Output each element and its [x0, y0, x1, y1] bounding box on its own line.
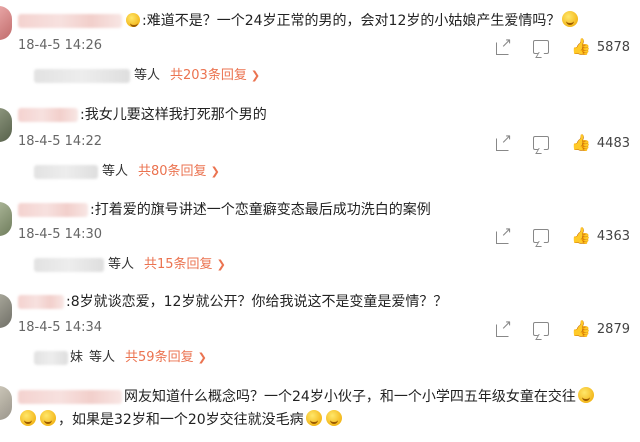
- timestamp: 18-4-5 14:34: [18, 320, 103, 335]
- username-blurred[interactable]: [18, 14, 122, 28]
- comment-actions: 👍 5878: [473, 36, 630, 57]
- timestamp: 18-4-5 14:26: [18, 38, 103, 53]
- username-blurred[interactable]: [18, 390, 122, 404]
- replies-link[interactable]: 妹等人 共59条回复 ❯: [34, 348, 207, 368]
- avatar[interactable]: [0, 386, 12, 420]
- sweat-emoji-icon: [325, 410, 342, 426]
- like-icon[interactable]: 👍: [571, 39, 591, 55]
- replies-link[interactable]: 等人 共15条回复 ❯: [34, 255, 226, 275]
- comment-icon[interactable]: [532, 229, 549, 243]
- reply-users-blurred: [34, 257, 104, 272]
- sweat-emoji-icon: [577, 387, 594, 403]
- like-count: 4483: [596, 135, 630, 151]
- sweat-emoji-icon: [20, 410, 36, 426]
- comment-icon[interactable]: [532, 322, 549, 336]
- reply-users-blurred: [34, 68, 130, 83]
- comment-text: :我女儿要这样我打死那个男的: [18, 104, 267, 126]
- like-icon[interactable]: 👍: [571, 135, 591, 151]
- comment-actions: 👍 2879: [473, 318, 630, 339]
- comment-icon[interactable]: [532, 40, 549, 54]
- shy-emoji-icon: [562, 11, 579, 27]
- reply-users-blurred: [34, 164, 98, 179]
- comment-text-continued: ，如果是32岁和一个20岁交往就没毛病: [18, 409, 344, 431]
- reply-users-blurred: [34, 350, 68, 365]
- chevron-right-icon: ❯: [216, 258, 226, 271]
- like-icon[interactable]: 👍: [571, 228, 591, 244]
- sweat-emoji-icon: [305, 410, 322, 426]
- chevron-right-icon: ❯: [250, 69, 261, 82]
- share-icon[interactable]: [495, 132, 512, 151]
- like-count: 4363: [596, 228, 630, 244]
- share-icon[interactable]: [495, 225, 512, 244]
- sweat-emoji-icon: [40, 410, 56, 426]
- like-count: 2879: [596, 321, 630, 337]
- avatar[interactable]: [0, 6, 12, 40]
- username-blurred[interactable]: [18, 108, 78, 122]
- timestamp: 18-4-5 14:22: [18, 134, 103, 149]
- share-icon[interactable]: [495, 36, 512, 55]
- comment-text: :难道不是？一个24岁正常的男的，会对12岁的小姑娘产生爱情吗？: [18, 10, 580, 32]
- comment-actions: 👍 4483: [473, 132, 630, 153]
- comment-icon[interactable]: [532, 136, 549, 150]
- username-blurred[interactable]: [18, 295, 64, 309]
- avatar[interactable]: [0, 108, 12, 142]
- comment-actions: 👍 4363: [473, 225, 630, 246]
- avatar[interactable]: [0, 202, 12, 236]
- timestamp: 18-4-5 14:30: [18, 227, 103, 242]
- share-icon[interactable]: [495, 318, 512, 337]
- like-icon[interactable]: 👍: [571, 321, 591, 337]
- replies-link[interactable]: 等人 共80条回复 ❯: [34, 162, 220, 182]
- avatar[interactable]: [0, 294, 12, 328]
- like-count: 5878: [596, 39, 630, 55]
- chevron-right-icon: ❯: [197, 351, 207, 364]
- crown-emoji-icon: [126, 13, 140, 27]
- comment-text: :8岁就谈恋爱，12岁就公开？你给我说这不是变童是爱情？？: [18, 291, 447, 313]
- chevron-right-icon: ❯: [210, 165, 220, 178]
- username-blurred[interactable]: [18, 203, 88, 217]
- comment-text: 网友知道什么概念吗？一个24岁小伙子，和一个小学四五年级女童在交往: [18, 386, 596, 408]
- replies-link[interactable]: 等人 共203条回复 ❯: [34, 66, 260, 86]
- comment-text: :打着爱的旗号讲述一个恋童癖变态最后成功洗白的案例: [18, 199, 431, 221]
